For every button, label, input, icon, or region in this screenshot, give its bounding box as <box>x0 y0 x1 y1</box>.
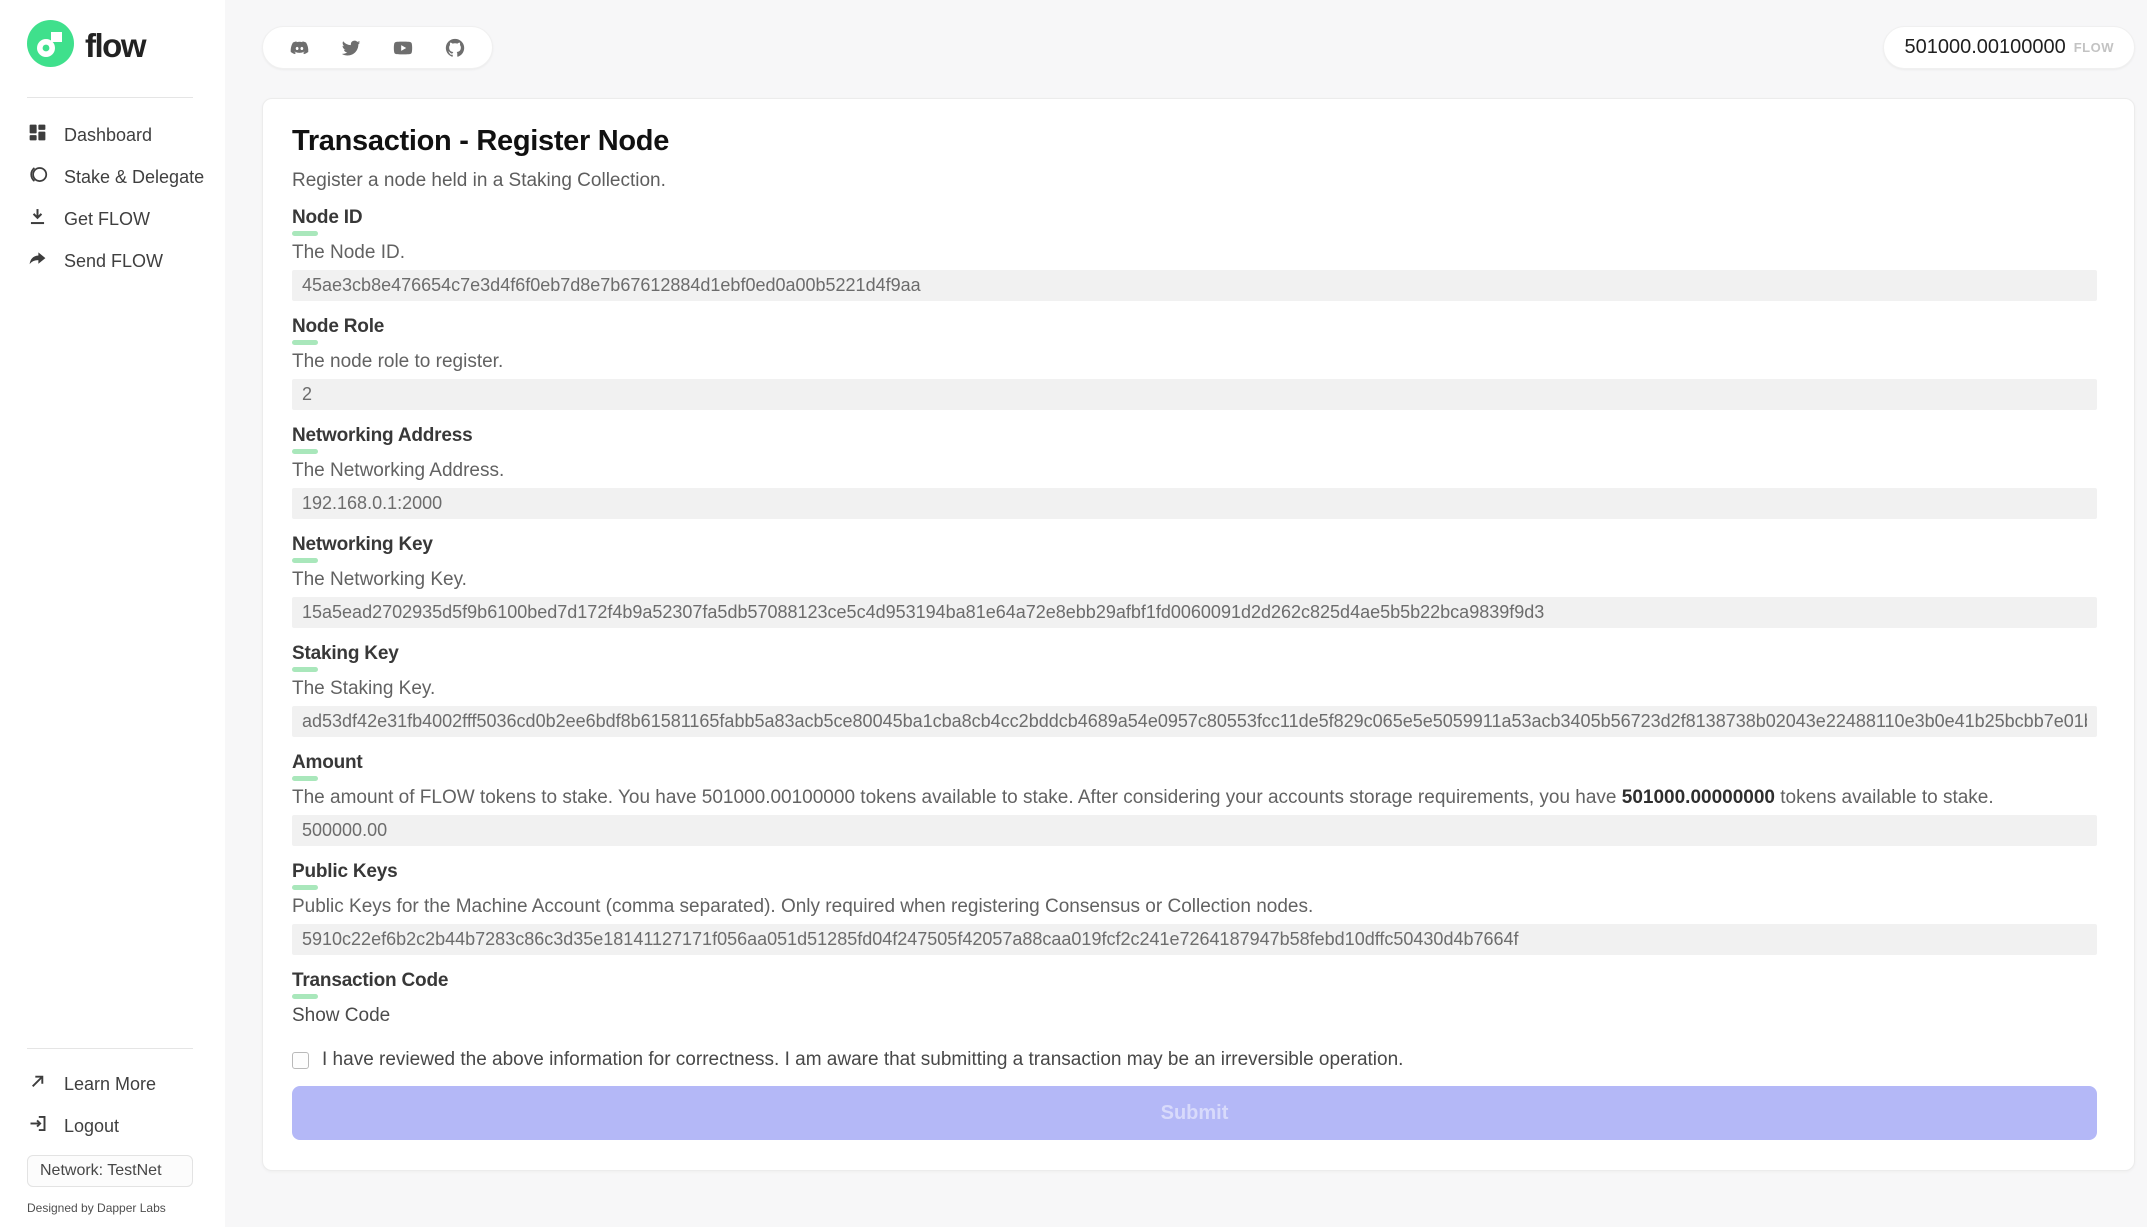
sidebar-item-label: Logout <box>64 1116 119 1137</box>
discord-icon[interactable] <box>289 37 310 58</box>
sidebar-item-learn-more[interactable]: Learn More <box>0 1063 225 1105</box>
page-title: Transaction - Register Node <box>292 125 2097 158</box>
field-description: The amount of FLOW tokens to stake. You … <box>292 787 2097 808</box>
field-description: The Node ID. <box>292 242 2097 263</box>
field-amount: Amount The amount of FLOW tokens to stak… <box>292 752 2097 846</box>
sidebar-item-label: Dashboard <box>64 125 152 146</box>
label-underline <box>292 558 318 563</box>
field-public-keys: Public Keys Public Keys for the Machine … <box>292 861 2097 955</box>
field-networking-key: Networking Key The Networking Key. <box>292 534 2097 628</box>
sidebar-item-label: Get FLOW <box>64 209 150 230</box>
label-underline <box>292 776 318 781</box>
balance-amount: 501000.00100000 <box>1904 36 2065 59</box>
logout-icon <box>27 1113 48 1139</box>
sidebar-item-dashboard[interactable]: Dashboard <box>0 114 225 156</box>
confirmation-checkbox[interactable] <box>292 1052 309 1069</box>
field-label: Public Keys <box>292 861 2097 882</box>
sidebar-item-stake-delegate[interactable]: Stake & Delegate <box>0 156 225 198</box>
label-underline <box>292 340 318 345</box>
sidebar-item-label: Learn More <box>64 1074 156 1095</box>
show-code-toggle[interactable]: Show Code <box>292 1005 390 1027</box>
field-description: Public Keys for the Machine Account (com… <box>292 896 2097 917</box>
confirmation-label: I have reviewed the above information fo… <box>322 1049 1403 1071</box>
amount-description-pre: The amount of FLOW tokens to stake. You … <box>292 787 1622 808</box>
networking-address-input[interactable] <box>292 488 2097 519</box>
field-staking-key: Staking Key The Staking Key. <box>292 643 2097 737</box>
node-role-input[interactable] <box>292 379 2097 410</box>
transaction-card: Transaction - Register Node Register a n… <box>262 98 2135 1171</box>
confirmation-row: I have reviewed the above information fo… <box>292 1049 2097 1071</box>
social-links <box>262 26 493 69</box>
flow-logo-icon <box>27 20 74 72</box>
field-label: Amount <box>292 752 2097 773</box>
stake-delegate-icon <box>27 164 48 190</box>
section-transaction-code: Transaction Code Show Code <box>292 970 2097 1027</box>
field-description: The Networking Address. <box>292 460 2097 481</box>
field-label: Transaction Code <box>292 970 2097 991</box>
youtube-icon[interactable] <box>392 37 414 59</box>
balance-pill: 501000.00100000 FLOW <box>1883 26 2135 69</box>
topbar: 501000.00100000 FLOW <box>262 26 2135 69</box>
public-keys-input[interactable] <box>292 924 2097 955</box>
credit-text: Designed by Dapper Labs <box>27 1201 225 1215</box>
node-id-input[interactable] <box>292 270 2097 301</box>
dashboard-icon <box>27 122 48 148</box>
main-content: 501000.00100000 FLOW Transaction - Regis… <box>225 0 2147 1227</box>
field-description: The node role to register. <box>292 351 2097 372</box>
field-label: Staking Key <box>292 643 2097 664</box>
page-subtitle: Register a node held in a Staking Collec… <box>292 170 2097 192</box>
spacer <box>0 282 225 1048</box>
field-description: The Networking Key. <box>292 569 2097 590</box>
field-networking-address: Networking Address The Networking Addres… <box>292 425 2097 519</box>
amount-description-post: tokens available to stake. <box>1775 787 1994 808</box>
divider <box>27 97 193 98</box>
amount-description-bold: 501000.00000000 <box>1622 787 1775 808</box>
amount-input[interactable] <box>292 815 2097 846</box>
balance-currency: FLOW <box>2074 40 2114 55</box>
sidebar-item-label: Send FLOW <box>64 251 163 272</box>
field-node-id: Node ID The Node ID. <box>292 207 2097 301</box>
field-label: Networking Key <box>292 534 2097 555</box>
field-description: The Staking Key. <box>292 678 2097 699</box>
twitter-icon[interactable] <box>340 37 362 59</box>
network-badge: Network: TestNet <box>27 1155 193 1187</box>
label-underline <box>292 231 318 236</box>
external-link-icon <box>27 1071 48 1097</box>
flow-logo[interactable]: flow <box>0 20 225 72</box>
divider <box>27 1048 193 1049</box>
networking-key-input[interactable] <box>292 597 2097 628</box>
sidebar-item-send-flow[interactable]: Send FLOW <box>0 240 225 282</box>
download-icon <box>27 206 48 232</box>
label-underline <box>292 667 318 672</box>
sidebar-item-logout[interactable]: Logout <box>0 1105 225 1147</box>
field-node-role: Node Role The node role to register. <box>292 316 2097 410</box>
github-icon[interactable] <box>444 37 466 59</box>
label-underline <box>292 885 318 890</box>
sidebar-item-label: Stake & Delegate <box>64 167 204 188</box>
submit-button[interactable]: Submit <box>292 1086 2097 1140</box>
sidebar-item-get-flow[interactable]: Get FLOW <box>0 198 225 240</box>
field-label: Node ID <box>292 207 2097 228</box>
send-icon <box>27 248 48 274</box>
sidebar: flow Dashboard Stake & Delegate <box>0 0 225 1227</box>
flow-wordmark: flow <box>85 27 145 65</box>
staking-key-input[interactable] <box>292 706 2097 737</box>
label-underline <box>292 449 318 454</box>
field-label: Node Role <box>292 316 2097 337</box>
field-label: Networking Address <box>292 425 2097 446</box>
label-underline <box>292 994 318 999</box>
